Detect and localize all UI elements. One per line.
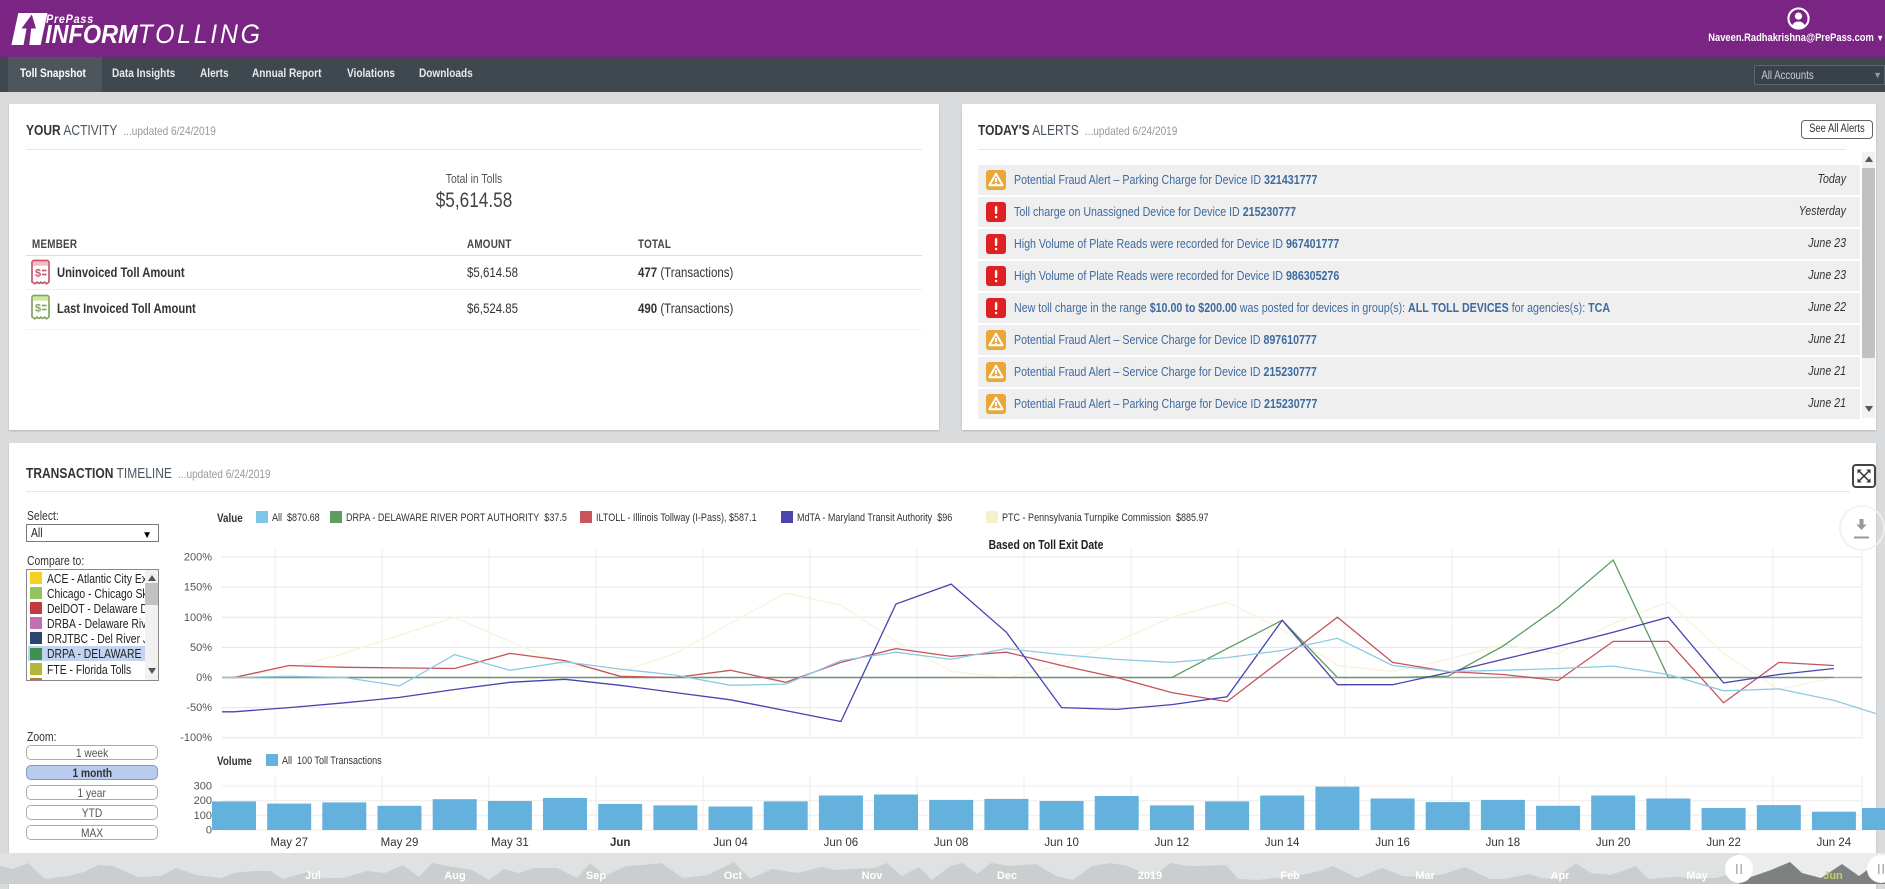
svg-text:Mar: Mar (1415, 870, 1435, 882)
svg-text:-100%: -100% (180, 732, 212, 744)
svg-text:Jun: Jun (1823, 870, 1843, 882)
svg-text:Jun 20: Jun 20 (1596, 837, 1631, 849)
svg-text:Jun 06: Jun 06 (824, 837, 859, 849)
svg-text:150%: 150% (184, 582, 212, 594)
svg-text:$: $ (35, 303, 41, 315)
svg-text:200: 200 (194, 795, 212, 807)
svg-text:Jun 22: Jun 22 (1706, 837, 1741, 849)
svg-text:50%: 50% (190, 642, 212, 654)
svg-text:Aug: Aug (444, 870, 465, 882)
svg-text:May 29: May 29 (381, 837, 419, 849)
svg-text:INFORMTOLLING: INFORMTOLLING (45, 20, 263, 49)
svg-text:$: $ (35, 268, 41, 280)
svg-text:200%: 200% (184, 552, 212, 564)
svg-text:Jun 10: Jun 10 (1044, 837, 1079, 849)
svg-text:Jun: Jun (610, 837, 630, 849)
svg-text:Apr: Apr (1551, 870, 1571, 882)
svg-text:100: 100 (194, 810, 212, 822)
svg-text:Jul: Jul (305, 870, 321, 882)
svg-text:Sep: Sep (586, 870, 606, 882)
svg-text:100%: 100% (184, 612, 212, 624)
svg-text:Feb: Feb (1280, 870, 1300, 882)
svg-text:May 27: May 27 (270, 837, 308, 849)
svg-text:Jun 04: Jun 04 (713, 837, 748, 849)
svg-text:Dec: Dec (997, 870, 1017, 882)
svg-text:Jun 12: Jun 12 (1155, 837, 1190, 849)
svg-text:May: May (1686, 870, 1708, 882)
svg-text:-50%: -50% (186, 702, 212, 714)
svg-text:Nov: Nov (862, 870, 884, 882)
svg-text:Jun 18: Jun 18 (1486, 837, 1521, 849)
svg-text:Jun 16: Jun 16 (1375, 837, 1410, 849)
svg-text:300: 300 (194, 781, 212, 793)
svg-text:Jun 08: Jun 08 (934, 837, 969, 849)
svg-text:2019: 2019 (1138, 870, 1162, 882)
svg-text:Oct: Oct (724, 870, 743, 882)
svg-text:Jun 14: Jun 14 (1265, 837, 1300, 849)
svg-text:Jun 24: Jun 24 (1817, 837, 1852, 849)
svg-text:0%: 0% (196, 672, 212, 684)
svg-text:0: 0 (206, 825, 212, 837)
svg-text:May 31: May 31 (491, 837, 529, 849)
